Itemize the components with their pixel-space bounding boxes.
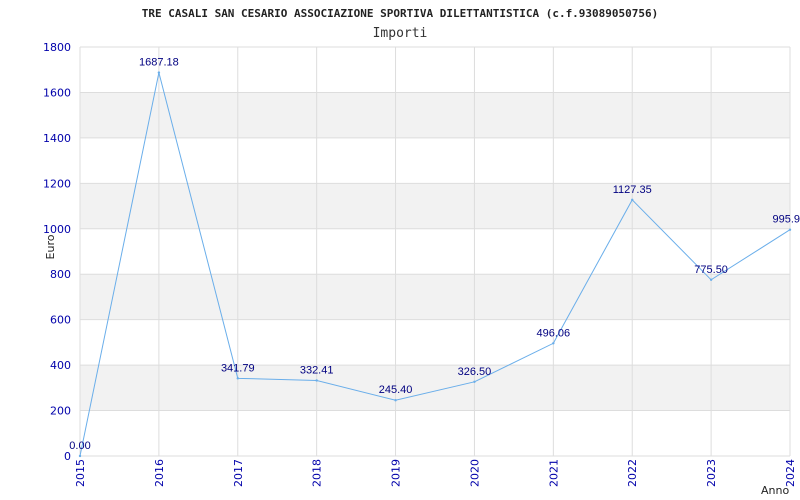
x-tick-label: 2021 <box>547 459 560 487</box>
data-point <box>394 399 397 402</box>
x-tick-label: 2015 <box>74 459 87 487</box>
grid-band <box>80 365 790 411</box>
grid-band <box>80 274 790 320</box>
data-label: 245.40 <box>379 384 413 396</box>
grid-band <box>80 92 790 138</box>
x-tick-label: 2019 <box>390 459 403 487</box>
data-label: 496.06 <box>537 327 571 339</box>
data-point <box>709 278 713 281</box>
y-tick-label: 400 <box>50 359 71 372</box>
data-label: 775.50 <box>694 264 728 276</box>
y-tick-label: 1000 <box>43 223 71 236</box>
y-tick-label: 200 <box>50 405 71 418</box>
x-tick-label: 2020 <box>468 459 481 487</box>
x-tick-label: 2016 <box>153 459 166 487</box>
x-axis-label: Anno <box>761 484 789 497</box>
x-tick-label: 2018 <box>311 459 324 487</box>
data-label: 0.00 <box>69 440 90 452</box>
data-label: 341.79 <box>221 362 255 374</box>
data-label: 332.41 <box>300 364 334 376</box>
y-tick-label: 1400 <box>43 132 71 145</box>
y-tick-label: 1800 <box>43 41 71 54</box>
data-label: 326.50 <box>458 366 492 378</box>
data-point <box>315 379 318 382</box>
y-tick-label: 600 <box>50 314 71 327</box>
x-tick-label: 2024 <box>784 459 797 487</box>
line-chart: TRE CASALI SAN CESARIO ASSOCIAZIONE SPOR… <box>43 7 800 497</box>
y-tick-label: 1200 <box>43 177 71 190</box>
chart-title: TRE CASALI SAN CESARIO ASSOCIAZIONE SPOR… <box>142 7 659 20</box>
data-point <box>157 71 161 74</box>
data-label: 1687.18 <box>139 57 179 69</box>
x-tick-label: 2022 <box>626 459 639 487</box>
y-tick-label: 1600 <box>43 86 71 99</box>
data-label: 995.9 <box>772 214 800 226</box>
chart-subtitle: Importi <box>373 26 428 41</box>
data-point <box>788 228 792 231</box>
x-tick-label: 2017 <box>232 459 245 487</box>
y-axis-label: Euro <box>44 234 57 259</box>
data-point <box>473 380 476 384</box>
data-point <box>236 377 239 380</box>
data-point <box>78 454 82 458</box>
x-tick-label: 2023 <box>705 459 718 487</box>
data-point <box>552 342 555 345</box>
data-label: 1127.35 <box>613 184 652 196</box>
y-tick-label: 800 <box>50 268 71 281</box>
x-axis-ticks: 2015 2016 2017 2018 2019 2020 2021 2022 2023 2024 <box>74 459 797 487</box>
grid-band <box>80 183 790 229</box>
data-point <box>631 198 634 202</box>
